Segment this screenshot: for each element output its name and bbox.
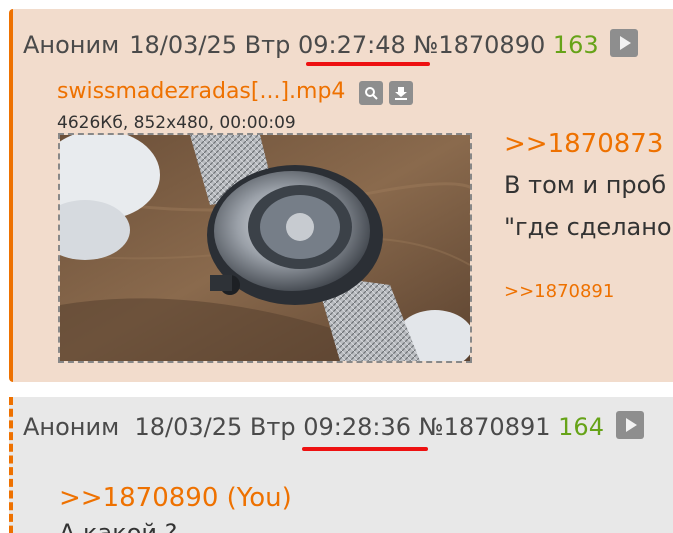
post-text: А какой ? xyxy=(59,519,178,533)
post-header: Аноним 18/03/25 Втр 09:27:48 №1870890 163 xyxy=(23,29,639,59)
post-time: 09:27:48 xyxy=(297,31,406,59)
page: Аноним 18/03/25 Втр 09:27:48 №1870890 163… xyxy=(0,0,673,533)
post-reply-count: 163 xyxy=(552,31,599,59)
post-time: 09:28:36 xyxy=(303,413,412,441)
post-1870890: Аноним 18/03/25 Втр 09:27:48 №1870890 163… xyxy=(9,9,673,382)
watch-video-frame xyxy=(60,135,470,361)
post-weekday: Втр xyxy=(249,413,296,441)
search-icon[interactable] xyxy=(359,81,383,105)
post-1870891: Аноним 18/03/25 Втр 09:28:36 №1870891 16… xyxy=(9,397,673,533)
download-icon[interactable] xyxy=(389,81,413,105)
post-date: 18/03/25 xyxy=(134,413,243,441)
post-number[interactable]: №1870890 xyxy=(413,31,545,59)
attachment-actions xyxy=(359,81,413,105)
video-thumbnail[interactable] xyxy=(58,133,472,363)
post-weekday: Втр xyxy=(244,31,291,59)
post-author: Аноним xyxy=(23,31,120,59)
post-text-line-1: В том и проб xyxy=(504,171,667,199)
attachment-meta: 4626Кб, 852x480, 00:00:09 xyxy=(57,113,296,133)
quote-link[interactable]: >>1870873 xyxy=(504,129,663,159)
post-text-line-2: "где сделано xyxy=(504,213,672,241)
post-reply-count: 164 xyxy=(558,413,604,441)
quote-link-you[interactable]: >>1870890 (You) xyxy=(59,483,292,513)
post-number[interactable]: №1870891 xyxy=(419,413,551,441)
post-date: 18/03/25 xyxy=(129,31,237,59)
time-underline xyxy=(302,447,428,451)
attachment-filename[interactable]: swissmadezradas[...].mp4 xyxy=(57,79,345,104)
time-underline xyxy=(306,62,430,66)
post-author: Аноним xyxy=(23,413,120,441)
expand-arrow-icon[interactable] xyxy=(615,411,644,439)
reply-link[interactable]: >>1870891 xyxy=(504,281,614,302)
expand-arrow-icon[interactable] xyxy=(610,29,639,57)
post-header: Аноним 18/03/25 Втр 09:28:36 №1870891 16… xyxy=(23,411,644,441)
